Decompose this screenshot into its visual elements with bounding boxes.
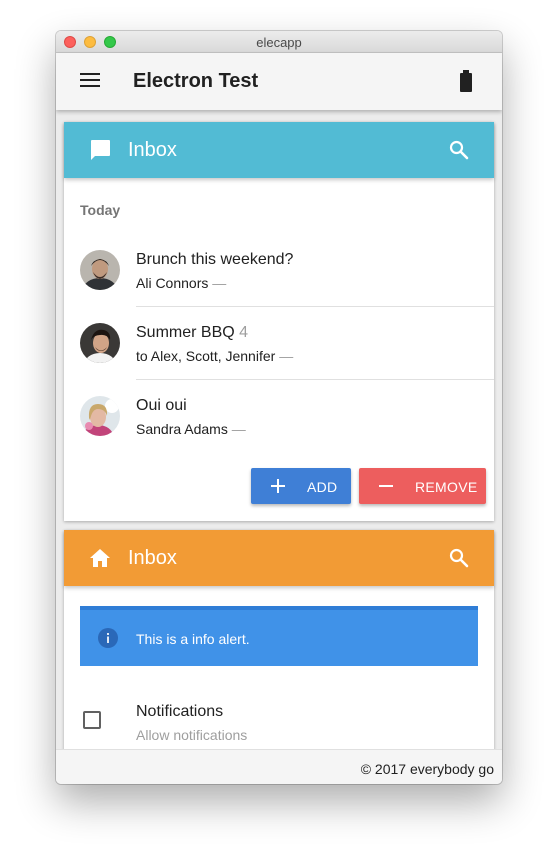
info-alert-text: This is a info alert. xyxy=(136,631,250,647)
info-alert: This is a info alert. xyxy=(80,606,478,666)
app-window: elecapp Electron Test Inbox Today Brunch… xyxy=(56,31,502,784)
avatar xyxy=(80,323,120,363)
inbox-card: Inbox Today Brunch this weekend? Ali Con… xyxy=(64,122,494,521)
list-item[interactable]: Summer BBQ 4 to Alex, Scott, Jennifer — xyxy=(64,307,494,379)
search-icon[interactable] xyxy=(447,138,471,162)
app-bar: Electron Test xyxy=(56,53,502,110)
notifications-subtitle: Allow notifications xyxy=(136,727,248,743)
main-content[interactable]: Inbox Today Brunch this weekend? Ali Con… xyxy=(56,110,502,749)
notifications-checkbox[interactable] xyxy=(83,711,101,729)
notifications-setting[interactable]: Notifications Allow notifications xyxy=(64,686,494,749)
avatar xyxy=(80,396,120,436)
minus-icon xyxy=(379,485,393,487)
remove-button-label: REMOVE xyxy=(415,479,478,495)
window-titlebar[interactable]: elecapp xyxy=(56,31,502,53)
mail-subject: Brunch this weekend? xyxy=(136,251,294,268)
list-item[interactable]: Oui oui Sandra Adams — xyxy=(64,380,494,452)
inbox-card-title: Inbox xyxy=(128,139,177,161)
avatar xyxy=(80,250,120,290)
message-count: 4 xyxy=(239,324,249,341)
home-icon xyxy=(90,549,110,567)
inbox-card-header: Inbox xyxy=(64,122,494,178)
mail-sender: to Alex, Scott, Jennifer — xyxy=(136,348,294,364)
add-button-label: ADD xyxy=(307,479,338,495)
battery-full-icon xyxy=(460,70,472,92)
remove-button[interactable]: REMOVE xyxy=(359,468,486,504)
mail-sender: Sandra Adams — xyxy=(136,421,246,437)
window-title: elecapp xyxy=(256,35,302,50)
add-button[interactable]: ADD xyxy=(251,468,351,504)
mail-subject: Oui oui xyxy=(136,397,187,414)
footer-text: © 2017 everybody go xyxy=(360,761,494,777)
menu-icon[interactable] xyxy=(80,73,100,89)
notifications-title: Notifications xyxy=(136,703,224,720)
app-title: Electron Test xyxy=(133,70,259,92)
second-inbox-card-header: Inbox xyxy=(64,530,494,586)
footer: © 2017 everybody go xyxy=(56,749,502,784)
second-inbox-card-title: Inbox xyxy=(128,547,177,569)
plus-icon xyxy=(271,479,285,493)
second-inbox-card: Inbox This is a info alert. Notification… xyxy=(64,530,494,749)
chat-bubble-icon xyxy=(91,140,110,160)
list-subheader: Today xyxy=(80,202,121,218)
search-icon[interactable] xyxy=(447,546,471,570)
info-icon xyxy=(98,628,118,648)
list-item[interactable]: Brunch this weekend? Ali Connors — xyxy=(64,234,494,306)
mail-subject: Summer BBQ 4 xyxy=(136,324,249,341)
mail-sender: Ali Connors — xyxy=(136,275,227,291)
